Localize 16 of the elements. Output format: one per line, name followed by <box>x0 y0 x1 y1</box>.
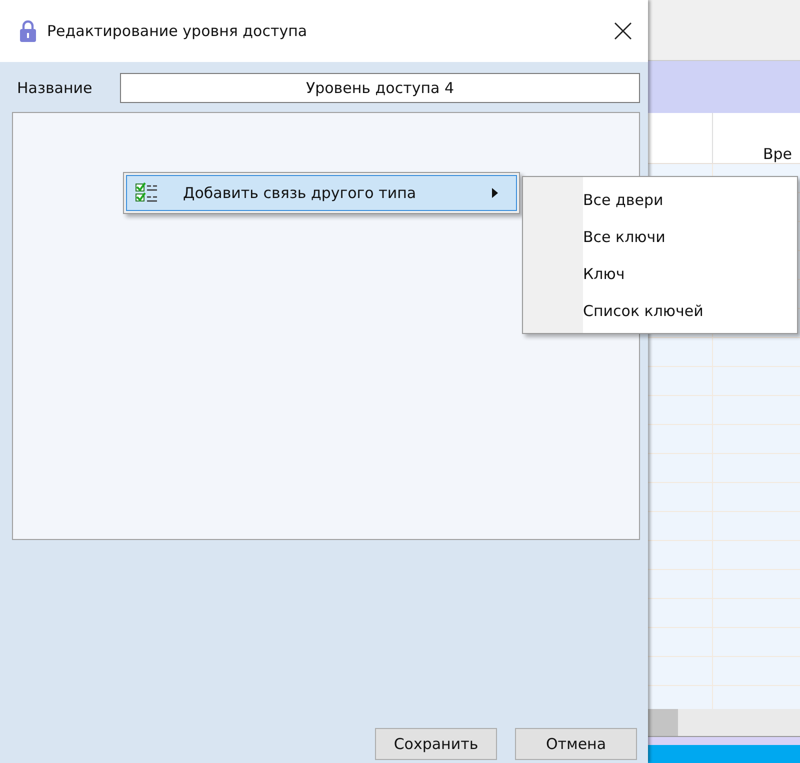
dialog-button[interactable]: Отмена <box>515 728 637 760</box>
submenu-item[interactable]: Все двери <box>523 181 797 218</box>
dialog-button[interactable]: Сохранить <box>375 728 497 760</box>
window-title: Редактирование уровня доступа <box>47 22 308 40</box>
menu-item[interactable]: Добавить связь другого типа <box>126 175 517 211</box>
name-field[interactable]: Уровень доступа 4 <box>120 73 640 103</box>
checklist-icon <box>135 182 159 204</box>
column-header: Вре <box>762 145 792 163</box>
horizontal-scrollbar[interactable] <box>648 709 800 736</box>
submenu-item[interactable]: Список ключей <box>523 292 797 329</box>
submenu-item[interactable]: Ключ <box>523 255 797 292</box>
padlock-icon <box>20 20 36 42</box>
submenu-item[interactable]: Все ключи <box>523 218 797 255</box>
close-icon <box>612 20 634 42</box>
name-label: Название <box>17 79 94 97</box>
close-button[interactable] <box>612 20 634 42</box>
